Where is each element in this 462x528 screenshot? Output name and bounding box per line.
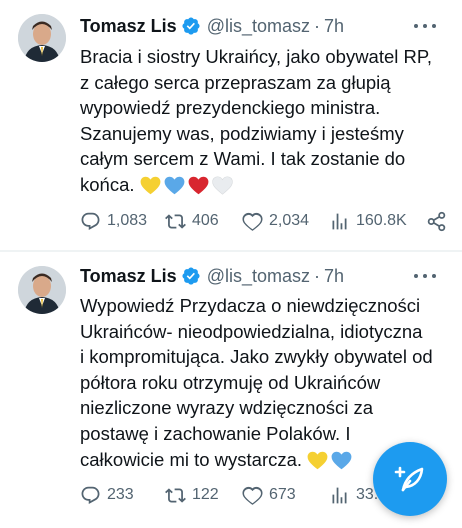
like-count: 2,034: [269, 212, 310, 229]
avatar-image: [18, 14, 66, 62]
reply-count: 1,083: [107, 212, 148, 229]
emoji-row: [140, 176, 233, 195]
like-button[interactable]: 673: [242, 485, 296, 506]
verified-badge-icon: [182, 267, 200, 285]
text-line: całkowicie mi to wystarcza.: [80, 448, 303, 470]
compose-icon: [394, 466, 424, 492]
tweet-actions: 1,083 406 2,034 160.8K: [80, 210, 452, 232]
yellow-heart-icon: [307, 451, 328, 469]
text-line: całym sercem z Wami. I tak zostanie do: [80, 148, 406, 170]
avatar-image: [18, 266, 66, 314]
separator: ·: [314, 265, 321, 286]
retweet-button[interactable]: 406: [165, 211, 219, 232]
views-count: 160.8K: [356, 212, 407, 229]
separator: ·: [314, 15, 321, 36]
text-line: Ukraińców- nieodpowiedzialna, idiotyczna: [80, 320, 423, 342]
retweet-count: 122: [192, 486, 219, 503]
blue-heart-icon: [331, 451, 352, 469]
text-line: Wypowiedź Przydacza o niewdzięczności: [80, 295, 421, 316]
like-count: 673: [269, 486, 296, 503]
like-button[interactable]: 2,034: [242, 211, 309, 232]
author-name[interactable]: Tomasz Lis: [80, 16, 177, 37]
tweet[interactable]: Tomasz Lis @lis_tomasz · 7h Bracia i sio…: [0, 0, 462, 252]
emoji-row: [307, 451, 352, 470]
views-button[interactable]: 160.8K: [329, 211, 407, 232]
text-line: z całego serca przepraszam za głupią: [80, 71, 391, 93]
yellow-heart-icon: [140, 176, 160, 195]
author-name[interactable]: Tomasz Lis: [80, 266, 177, 287]
tweet-divider: [0, 250, 462, 252]
author-handle[interactable]: @lis_tomasz: [207, 266, 310, 287]
white-heart-icon: [211, 176, 233, 195]
reply-count: 233: [107, 486, 134, 503]
text-line: postawę i zachowanie Polaków. I: [80, 422, 351, 444]
text-line: niezliczone wyrazy wdzięczności za: [80, 397, 374, 419]
more-options-icon[interactable]: [414, 266, 436, 286]
text-line: Bracia i siostry Ukraińcy, jako obywatel…: [80, 46, 432, 67]
blue-heart-icon: [164, 176, 184, 195]
timestamp[interactable]: 7h: [324, 16, 344, 37]
text-line: końca.: [80, 173, 135, 195]
red-heart-icon: [188, 176, 208, 195]
retweet-button[interactable]: 122: [165, 485, 219, 506]
author-handle[interactable]: @lis_tomasz: [207, 16, 310, 37]
share-button[interactable]: [426, 211, 453, 232]
retweet-icon: [165, 213, 186, 229]
share-icon: [427, 211, 446, 231]
views-icon: [332, 213, 347, 229]
views-icon: [332, 487, 347, 503]
compose-button[interactable]: [373, 442, 447, 516]
avatar[interactable]: [18, 266, 66, 314]
more-options-icon[interactable]: [414, 16, 436, 36]
text-line: Szanujemy was, podziwiamy i jesteśmy: [80, 122, 404, 144]
text-line: półtora roku otrzymuję od Ukraińców: [80, 371, 381, 393]
retweet-count: 406: [192, 212, 219, 229]
retweet-icon: [165, 487, 186, 503]
like-icon: [242, 212, 263, 231]
text-line-last: końca.: [80, 172, 452, 198]
timestamp[interactable]: 7h: [324, 266, 344, 287]
text-line: wypowiedź prezydenckiego ministra.: [80, 97, 381, 119]
reply-icon: [81, 212, 100, 230]
tweet-header: Tomasz Lis @lis_tomasz · 7h: [80, 14, 450, 38]
verified-badge-icon: [182, 17, 200, 35]
tweet-text: Bracia i siostry Ukraińcy, jako obywatel…: [80, 44, 452, 198]
tweet-header: Tomasz Lis @lis_tomasz · 7h: [80, 264, 450, 288]
like-icon: [242, 486, 263, 505]
reply-button[interactable]: 1,083: [80, 211, 147, 232]
avatar[interactable]: [18, 14, 66, 62]
reply-button[interactable]: 233: [80, 485, 134, 506]
reply-icon: [81, 486, 100, 504]
text-line: i kompromitująca. Jako zwykły obywatel o…: [80, 346, 433, 368]
